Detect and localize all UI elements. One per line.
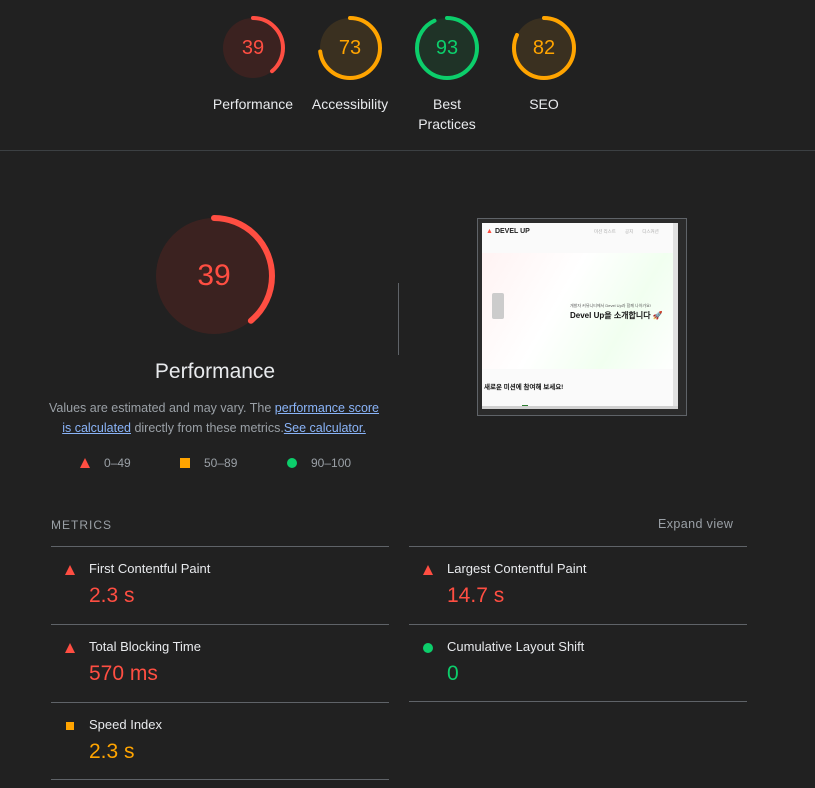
category-gauge-accessibility[interactable]: 73 Accessibility (300, 14, 400, 114)
category-label: Accessibility (311, 96, 389, 112)
screenshot-nav-item: 디스커션 (642, 229, 659, 234)
legend-label: 50–89 (204, 456, 238, 470)
desc-text: Values are estimated and may vary. The (48, 401, 275, 415)
metric-speed-index: Speed Index 2.3 s (51, 703, 381, 781)
legend-pass: 90–100 (287, 456, 351, 470)
metric-total-blocking-time: Total Blocking Time 570 ms (51, 625, 381, 703)
screenshot-scrollbar (673, 223, 678, 409)
triangle-icon (65, 643, 75, 653)
screenshot-carousel-button (492, 293, 504, 319)
see-calculator-link[interactable]: See calculator. (284, 421, 366, 435)
screenshot-page: ▲ DEVEL UP 미션 리스트 공지 디스커션 개발자 커뮤니티에서 Dev… (482, 223, 678, 409)
category-label: SEO (529, 96, 559, 112)
metrics-divider (409, 701, 747, 702)
header-divider (0, 150, 815, 151)
legend-label: 0–49 (104, 456, 131, 470)
screenshot-nav: 미션 리스트 공지 디스커션 (594, 229, 659, 235)
square-icon (180, 458, 190, 468)
metric-value: 0 (447, 662, 459, 685)
metrics-divider (51, 779, 389, 780)
performance-description: Values are estimated and may vary. The p… (44, 398, 384, 438)
performance-gauge: 39 (150, 212, 278, 340)
triangle-icon (80, 458, 90, 468)
circle-icon (287, 458, 297, 468)
triangle-icon (65, 565, 75, 575)
screenshot-section-title: 새로운 미션에 참여해 보세요! (484, 384, 564, 391)
metric-first-contentful-paint: First Contentful Paint 2.3 s (51, 547, 381, 625)
metric-label: Cumulative Layout Shift (447, 639, 585, 654)
category-label: Performance (212, 96, 294, 112)
circle-icon (423, 643, 433, 653)
metric-value: 570 ms (89, 662, 158, 685)
metric-cumulative-layout-shift: Cumulative Layout Shift 0 (409, 625, 739, 703)
category-score: 39 (241, 36, 265, 59)
legend-fail: 0–49 (80, 456, 131, 470)
screenshot-hero-sub: 개발자 커뮤니티에서 Devel Up과 함께 나아가요! (570, 303, 651, 308)
screenshot-nav-item: 미션 리스트 (594, 229, 616, 234)
expand-view-toggle[interactable]: Expand view (658, 517, 733, 531)
metric-value: 2.3 s (89, 584, 135, 607)
screenshot-header: ▲ DEVEL UP (486, 228, 530, 235)
metric-label: Speed Index (89, 717, 163, 732)
metric-value: 2.3 s (89, 740, 135, 763)
vertical-divider (398, 283, 399, 355)
screenshot-hero-title: Devel Up을 소개합니다 🚀 (570, 311, 663, 320)
rocket-icon: ▲ (486, 228, 493, 235)
category-score: 93 (435, 36, 459, 59)
triangle-icon (423, 565, 433, 575)
desc-text: directly from these metrics. (130, 421, 284, 435)
screenshot-h-scrollbar (482, 406, 678, 409)
legend-average: 50–89 (180, 456, 237, 470)
metric-label: Total Blocking Time (89, 639, 201, 654)
metric-label: First Contentful Paint (89, 561, 211, 576)
screenshot-nav-item: 공지 (624, 229, 634, 234)
category-gauge-seo[interactable]: 82 SEO (494, 14, 594, 114)
final-screenshot[interactable]: ▲ DEVEL UP 미션 리스트 공지 디스커션 개발자 커뮤니티에서 Dev… (477, 218, 687, 416)
category-label: Best Practices (418, 96, 476, 132)
category-score: 82 (532, 36, 556, 59)
category-gauge-performance[interactable]: 39 Performance (203, 14, 303, 114)
performance-title: Performance (154, 360, 276, 383)
screenshot-logo: DEVEL UP (494, 228, 530, 235)
metric-value: 14.7 s (447, 584, 505, 607)
metric-largest-contentful-paint: Largest Contentful Paint 14.7 s (409, 547, 739, 625)
performance-score: 39 (197, 259, 231, 292)
legend-label: 90–100 (311, 456, 352, 470)
metrics-heading: METRICS (51, 518, 112, 532)
category-score: 73 (338, 36, 362, 59)
square-icon (66, 722, 74, 730)
metric-label: Largest Contentful Paint (447, 561, 587, 576)
category-gauge-best-practices[interactable]: 93 Best Practices (397, 14, 497, 134)
